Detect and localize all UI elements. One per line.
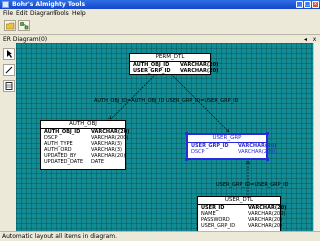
tool-palette — [2, 44, 17, 230]
maximize-button[interactable]: □ — [304, 1, 311, 8]
entity-row: UPDATED_DATE DATE — [41, 159, 125, 165]
entity-title: USER_GRP — [188, 135, 266, 143]
entity-row: USER_GRP_ID VARCHAR(20) — [198, 223, 283, 229]
minimize-button[interactable]: _ — [296, 1, 303, 8]
vertical-scrollbar[interactable] — [313, 43, 320, 231]
column-type: VARCHAR(200) — [238, 149, 276, 155]
table-tool-button[interactable] — [3, 80, 15, 92]
selection-handle[interactable] — [185, 132, 188, 135]
entity-title: AUTH_OBJ — [41, 121, 125, 129]
menu-tools[interactable]: Tools — [54, 10, 69, 17]
folder-icon — [6, 22, 15, 30]
relationship-label: AUTH_OBJ_ID=AUTH_OBJ_ID — [94, 98, 165, 104]
subwindow-title: ER Diagram(0) — [3, 36, 48, 43]
arrow-head — [107, 115, 112, 120]
close-button[interactable]: x — [312, 1, 319, 8]
entity-title: USER_DTL — [198, 197, 280, 205]
status-text: Automatic layout all items in diagram. — [2, 233, 118, 240]
entity-row: USER_GRP_ID VARCHAR(20) — [130, 68, 218, 74]
column-type: DATE — [91, 159, 105, 165]
cursor-icon — [7, 50, 12, 58]
app-icon — [2, 1, 9, 8]
column-type: VARCHAR(20) — [248, 223, 283, 229]
relationship-line — [110, 73, 157, 120]
relationship-label: USER_GRP_ID=USER_GRP_ID — [216, 182, 289, 188]
menu-bar: File Edit Diagram Tools Help — [0, 9, 320, 18]
diagram-icon — [20, 22, 29, 30]
menu-diagram[interactable]: Diagram — [30, 10, 56, 17]
diagram-canvas[interactable]: AUTH_OBJ_ID=AUTH_OBJ_ID USER_GRP_ID=USER… — [16, 43, 320, 231]
entity-auth-obj[interactable]: AUTH_OBJ AUTH_OBJ_ID VARCHAR(20) DSCP VA… — [40, 120, 129, 170]
float-window-button[interactable]: ◂ — [302, 36, 309, 43]
relationship-label: USER_GRP_ID=USER_GRP_ID — [166, 98, 239, 104]
entity-title: PERM_DTL — [130, 54, 210, 62]
entity-user-grp[interactable]: USER_GRP USER_GRP_ID VARCHAR(20) DSCP VA… — [186, 133, 276, 160]
toolbar — [0, 18, 320, 35]
new-diagram-button[interactable] — [18, 20, 30, 31]
selection-handle[interactable] — [266, 158, 269, 161]
menu-help[interactable]: Help — [72, 10, 86, 17]
entity-row: DSCP VARCHAR(200) — [188, 149, 275, 155]
table-icon — [5, 82, 13, 90]
relation-tool-button[interactable] — [3, 64, 15, 76]
column-name: DSCP — [191, 149, 205, 155]
select-tool-button[interactable] — [3, 48, 15, 60]
selection-handle[interactable] — [185, 158, 188, 161]
line-icon — [5, 66, 13, 74]
menu-edit[interactable]: Edit — [16, 10, 28, 17]
column-name: UPDATED_DATE — [44, 159, 84, 165]
window-titlebar: Bohr's Almighty Tools _ □ x — [0, 0, 320, 9]
selection-handle[interactable] — [266, 132, 269, 135]
column-type: VARCHAR(20) — [180, 68, 219, 74]
window-title: Bohr's Almighty Tools — [12, 1, 86, 8]
entity-perm-dtl[interactable]: PERM_DTL AUTH_OBJ_ID VARCHAR(20) USER_GR… — [129, 53, 218, 75]
entity-user-dtl[interactable]: USER_DTL USER_ID VARCHAR(20) NAME VARCHA… — [197, 196, 286, 231]
menu-file[interactable]: File — [3, 10, 13, 17]
open-folder-button[interactable] — [4, 20, 16, 31]
column-name: USER_GRP_ID — [133, 68, 171, 74]
close-diagram-button[interactable]: x — [311, 36, 318, 43]
column-name: USER_GRP_ID — [201, 223, 236, 229]
